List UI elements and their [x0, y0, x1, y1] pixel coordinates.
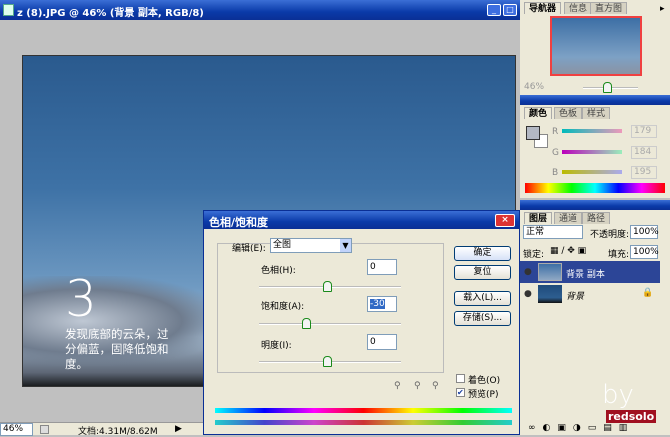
red-slider[interactable]: [562, 129, 622, 133]
eyedropper-minus-icon[interactable]: ⚲: [432, 381, 439, 391]
maximize-button[interactable]: □: [503, 4, 517, 16]
tab-styles[interactable]: 样式: [582, 107, 611, 119]
channel-label: B: [552, 168, 559, 178]
layers-panel: 图层 通道 路径 正常 不透明度: 100% 锁定: ▦ ∕ ✥ ▣ 填充: 1…: [520, 210, 670, 435]
green-value[interactable]: 184: [631, 146, 657, 159]
eyedropper-plus-icon[interactable]: ⚲: [414, 381, 421, 391]
caption-line: 度。: [65, 357, 88, 371]
save-button[interactable]: 存储(S)...: [454, 311, 511, 326]
preview-label: 预览(P): [468, 390, 499, 400]
lock-label: 锁定:: [523, 250, 545, 260]
layer-row[interactable]: ● 背景 副本: [520, 261, 660, 283]
tab-navigator[interactable]: 导航器: [524, 2, 562, 14]
color-panel: 颜色 色板 样式 R 179 G 184 B 195: [520, 105, 670, 198]
layer-name: 背景 副本: [566, 270, 605, 280]
dialog-titlebar: 色相/饱和度 ×: [204, 211, 519, 229]
layer-name: 背景: [566, 292, 585, 302]
edit-label: 编辑(E):: [232, 244, 266, 254]
blue-slider[interactable]: [562, 170, 622, 174]
status-menu-arrow[interactable]: ▶: [175, 424, 182, 434]
lock-icons[interactable]: ▦ ∕ ✥ ▣: [550, 246, 586, 256]
navigator-zoom[interactable]: 46%: [524, 82, 544, 92]
layer-thumbnail: [538, 263, 562, 281]
opacity-field[interactable]: 100%: [630, 225, 659, 239]
lightness-slider-thumb[interactable]: [323, 356, 332, 367]
reset-button[interactable]: 复位: [454, 265, 511, 280]
eye-icon[interactable]: ●: [524, 267, 532, 277]
ok-button[interactable]: 确定: [454, 246, 511, 261]
hue-label: 色相(H):: [261, 266, 296, 276]
layers-footer-icons[interactable]: ∞◐▣◑▭▤▥: [528, 423, 634, 433]
layer-row[interactable]: ● 背景 🔒: [520, 283, 660, 305]
hue-slider-thumb[interactable]: [323, 281, 332, 292]
caption-line: 分偏蓝，固降低饱和: [65, 342, 169, 356]
zoom-field[interactable]: 46%: [0, 423, 33, 436]
navigator-slider-thumb[interactable]: [603, 82, 612, 93]
lightness-label: 明度(I):: [261, 341, 292, 351]
tab-color[interactable]: 颜色: [524, 107, 553, 119]
fill-field[interactable]: 100%: [630, 245, 659, 259]
blue-value[interactable]: 195: [631, 166, 657, 179]
load-button[interactable]: 载入(L)...: [454, 291, 511, 306]
hue-field[interactable]: 0: [367, 259, 397, 275]
tab-channels[interactable]: 通道: [554, 212, 583, 224]
edit-value: 全图: [273, 240, 292, 250]
document-titlebar: z (8).JPG @ 46% (背景 副本, RGB/8) _ □: [0, 0, 520, 20]
layers-panel-titlebar: [520, 200, 670, 210]
fill-label: 填充:: [608, 250, 630, 260]
input-color-bar: [215, 408, 512, 413]
eyedropper-icon[interactable]: ⚲: [394, 381, 401, 391]
saturation-value: -30: [370, 299, 385, 309]
layer-thumbnail: [538, 285, 562, 303]
saturation-label: 饱和度(A):: [261, 302, 305, 312]
close-button[interactable]: ×: [495, 214, 515, 227]
minimize-button[interactable]: _: [487, 4, 501, 16]
dialog-title: 色相/饱和度: [209, 216, 269, 229]
channel-label: R: [552, 127, 559, 137]
overlay-number: 3: [65, 270, 97, 328]
blend-mode-value: 正常: [526, 227, 545, 237]
output-color-bar: [215, 420, 512, 425]
navigator-panel: 导航器 信息 直方图 ▸ 46%: [520, 0, 670, 95]
watermark: by redsolo: [602, 380, 657, 423]
edit-group: [217, 243, 444, 373]
tab-swatches[interactable]: 色板: [554, 107, 583, 119]
tab-info[interactable]: 信息: [564, 2, 593, 14]
navigator-preview[interactable]: [550, 16, 642, 76]
hue-saturation-dialog: 色相/饱和度 × 编辑(E): 全图 ▼ 色相(H): 0 饱和度(A): -3…: [203, 210, 520, 435]
edit-select[interactable]: 全图 ▼: [270, 238, 352, 253]
green-slider[interactable]: [562, 150, 622, 154]
saturation-slider-thumb[interactable]: [302, 318, 311, 329]
status-icon[interactable]: [40, 425, 49, 434]
doc-size: 文档:4.31M/8.62M: [78, 427, 158, 437]
lock-icon: 🔒: [642, 288, 654, 298]
saturation-field[interactable]: -30: [367, 296, 397, 312]
colorize-label: 着色(O): [468, 376, 501, 386]
foreground-color-swatch[interactable]: [526, 126, 540, 140]
tab-histogram[interactable]: 直方图: [590, 2, 628, 14]
opacity-label: 不透明度:: [590, 230, 630, 240]
preview-checkbox[interactable]: ✔: [456, 388, 465, 397]
eye-icon[interactable]: ●: [524, 289, 532, 299]
panel-menu-icon[interactable]: ▸: [660, 4, 665, 14]
overlay-caption: 发现底部的云朵，过 分偏蓝，固降低饱和 度。: [65, 327, 169, 372]
document-title: z (8).JPG @ 46% (背景 副本, RGB/8): [17, 8, 204, 19]
caption-line: 发现底部的云朵，过: [65, 327, 169, 341]
blend-mode-select[interactable]: 正常: [523, 225, 583, 239]
saturation-slider[interactable]: [259, 323, 401, 325]
color-panel-titlebar: [520, 95, 670, 105]
channel-label: G: [552, 148, 559, 158]
tab-paths[interactable]: 路径: [582, 212, 611, 224]
color-spectrum[interactable]: [525, 183, 665, 193]
red-value[interactable]: 179: [631, 125, 657, 138]
lightness-field[interactable]: 0: [367, 334, 397, 350]
file-icon: [3, 4, 14, 16]
colorize-checkbox[interactable]: [456, 374, 465, 383]
chevron-down-icon[interactable]: ▼: [340, 239, 351, 252]
tab-layers[interactable]: 图层: [524, 212, 553, 224]
